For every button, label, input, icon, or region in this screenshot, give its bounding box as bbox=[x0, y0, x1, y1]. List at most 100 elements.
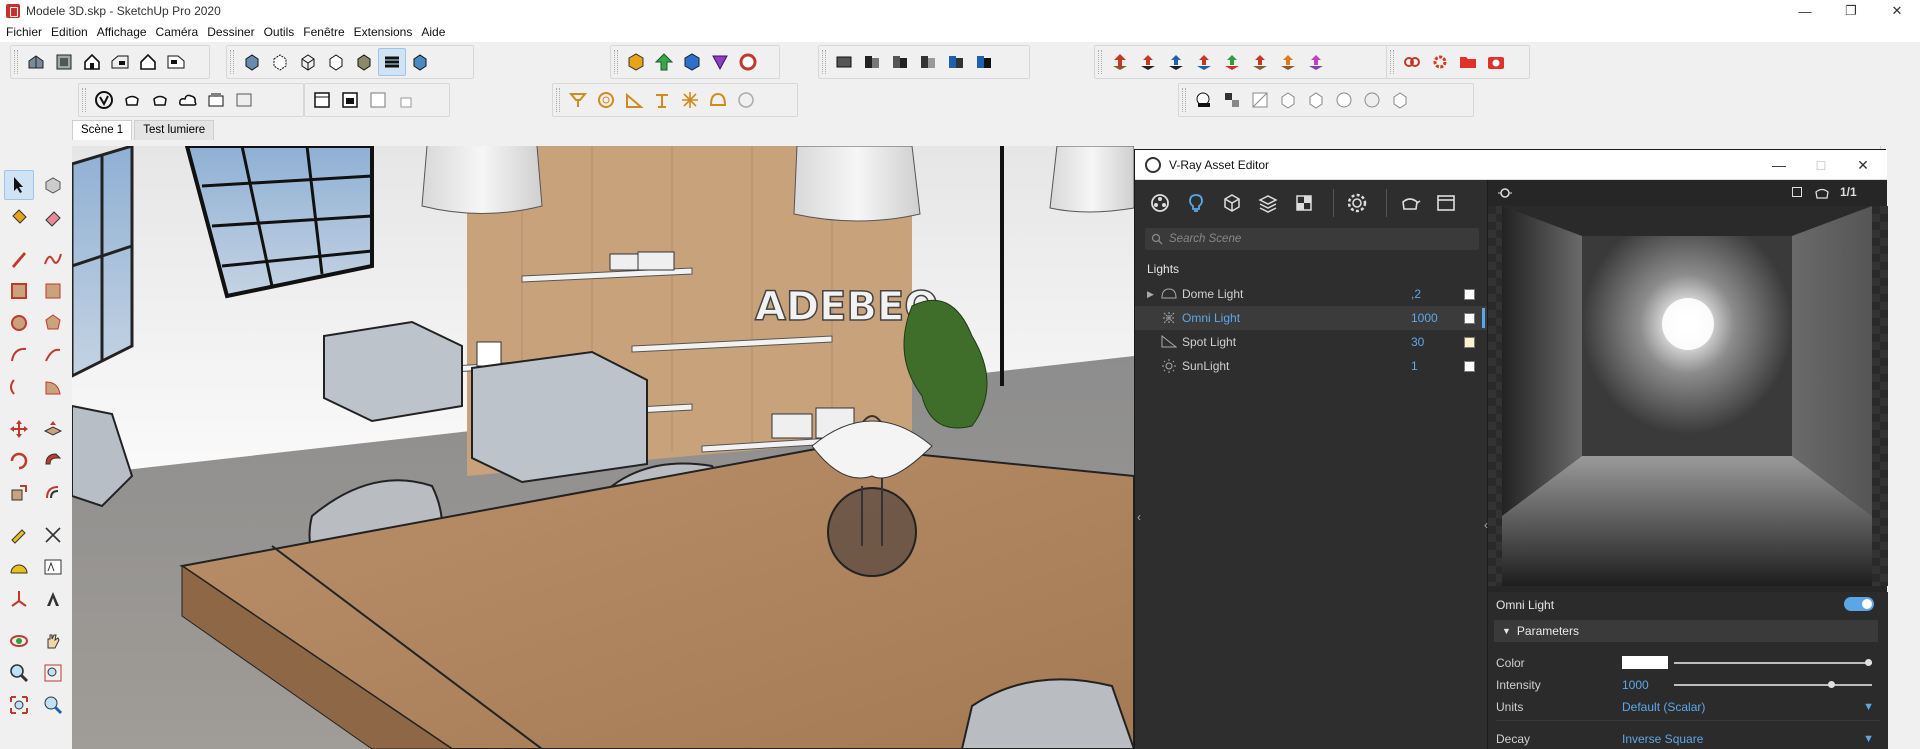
intensity-slider-knob[interactable] bbox=[1828, 681, 1836, 688]
lighting-analysis-button[interactable] bbox=[230, 86, 258, 114]
tab-settings[interactable] bbox=[1342, 188, 1372, 218]
frame-buffer-button[interactable] bbox=[1431, 188, 1461, 218]
push-pull-tool[interactable] bbox=[38, 414, 68, 444]
hidden-line-button[interactable] bbox=[322, 48, 350, 76]
render-teapot-button[interactable] bbox=[118, 86, 146, 114]
axis-x-button[interactable] bbox=[1274, 48, 1302, 76]
pie-tool[interactable] bbox=[38, 372, 68, 402]
toolbar-grip[interactable] bbox=[1182, 88, 1186, 112]
dimension-tool[interactable] bbox=[38, 520, 68, 550]
vray-folder-button[interactable] bbox=[1454, 48, 1482, 76]
color-slider[interactable] bbox=[1674, 659, 1872, 666]
3d-text-tool[interactable] bbox=[38, 584, 68, 614]
cosmos-button[interactable] bbox=[1358, 86, 1386, 114]
light-row-sun[interactable]: SunLight 1 bbox=[1135, 354, 1487, 378]
proxy-button[interactable] bbox=[1218, 86, 1246, 114]
vray-camera-button[interactable] bbox=[1482, 48, 1510, 76]
section-cut-button[interactable] bbox=[858, 48, 886, 76]
right-view-button[interactable] bbox=[106, 48, 134, 76]
axes-tool[interactable] bbox=[4, 584, 34, 614]
vray-interactive-button[interactable] bbox=[1398, 48, 1426, 76]
upload-button[interactable] bbox=[650, 48, 678, 76]
scene-tab-test-lumiere[interactable]: Test lumiere bbox=[134, 120, 215, 140]
orbit-tool[interactable] bbox=[4, 626, 34, 656]
chevron-down-icon[interactable]: ▼ bbox=[1863, 701, 1874, 713]
vray-maximize-button[interactable]: □ bbox=[1799, 150, 1843, 180]
two-point-arc-tool[interactable] bbox=[38, 340, 68, 370]
section-plane-button[interactable] bbox=[830, 48, 858, 76]
toolbar-grip[interactable] bbox=[556, 88, 560, 112]
infinite-plane-button[interactable] bbox=[1190, 86, 1218, 114]
paint-bucket-tool[interactable] bbox=[4, 202, 34, 232]
iso-view-button[interactable] bbox=[22, 48, 50, 76]
render-button[interactable] bbox=[1395, 188, 1425, 218]
components-button[interactable] bbox=[622, 48, 650, 76]
freehand-tool[interactable] bbox=[38, 244, 68, 274]
toolbar-grip[interactable] bbox=[230, 50, 234, 74]
pan-tool[interactable] bbox=[38, 626, 68, 656]
collapse-left-icon[interactable]: ‹ bbox=[1137, 510, 1147, 526]
toolbar-grip[interactable] bbox=[1098, 50, 1102, 74]
toolbar-grip[interactable] bbox=[822, 50, 826, 74]
units-dropdown[interactable]: Default (Scalar) bbox=[1622, 700, 1705, 714]
preview-toggle-icon[interactable] bbox=[1498, 186, 1512, 200]
shaded-textures-button[interactable] bbox=[378, 48, 406, 76]
ies-light-button[interactable] bbox=[648, 86, 676, 114]
render-interactive-button[interactable] bbox=[146, 86, 174, 114]
tape-measure-tool[interactable] bbox=[4, 520, 34, 550]
rotate-tool[interactable] bbox=[4, 446, 34, 476]
light-value[interactable]: ,2 bbox=[1411, 287, 1421, 301]
menu-edition[interactable]: Edition bbox=[51, 25, 88, 39]
axes-button[interactable] bbox=[1106, 48, 1134, 76]
dome-light-button[interactable] bbox=[704, 86, 732, 114]
light-row-spot[interactable]: Spot Light 30 bbox=[1135, 330, 1487, 354]
zoom-window-tool[interactable] bbox=[38, 658, 68, 688]
color-swatch[interactable] bbox=[1622, 656, 1668, 669]
export-button[interactable] bbox=[1386, 86, 1414, 114]
axis-n-button[interactable] bbox=[1246, 48, 1274, 76]
omni-light-button[interactable] bbox=[676, 86, 704, 114]
scene-tab-1[interactable]: Scène 1 bbox=[72, 120, 133, 140]
polygon-tool[interactable] bbox=[38, 308, 68, 338]
window-2-button[interactable] bbox=[336, 86, 364, 114]
shaded-button[interactable] bbox=[350, 48, 378, 76]
rectangle-tool[interactable] bbox=[4, 276, 34, 306]
three-point-arc-tool[interactable] bbox=[4, 372, 34, 402]
expand-arrow-icon[interactable]: ▶ bbox=[1147, 289, 1155, 300]
menu-fenetre[interactable]: Fenêtre bbox=[303, 25, 344, 39]
extension-manager-button[interactable] bbox=[734, 48, 762, 76]
section-fill-button[interactable] bbox=[886, 48, 914, 76]
window-1-button[interactable] bbox=[308, 86, 336, 114]
axis-r-button[interactable] bbox=[1190, 48, 1218, 76]
spot-light-button[interactable] bbox=[620, 86, 648, 114]
vray-search-input[interactable]: Search Scene bbox=[1145, 228, 1479, 250]
section-extra-button[interactable] bbox=[970, 48, 998, 76]
chevron-down-icon[interactable]: ▼ bbox=[1863, 733, 1874, 745]
extension-warehouse-button[interactable] bbox=[706, 48, 734, 76]
toolbar-grip[interactable] bbox=[1390, 50, 1394, 74]
light-value[interactable]: 1000 bbox=[1411, 311, 1438, 325]
vray-close-button[interactable]: ✕ bbox=[1841, 150, 1885, 180]
tab-lights[interactable] bbox=[1181, 188, 1211, 218]
3d-warehouse-button[interactable] bbox=[678, 48, 706, 76]
tab-textures[interactable] bbox=[1289, 188, 1319, 218]
menu-dessiner[interactable]: Dessiner bbox=[207, 25, 254, 39]
section-blue-button[interactable] bbox=[942, 48, 970, 76]
make-component-tool[interactable] bbox=[38, 170, 68, 200]
light-color-swatch[interactable] bbox=[1464, 336, 1475, 348]
vray-minimize-button[interactable]: — bbox=[1757, 150, 1801, 180]
light-row-omni[interactable]: Omni Light 1000 bbox=[1135, 306, 1487, 330]
eraser-tool[interactable] bbox=[38, 202, 68, 232]
sphere-light-button[interactable] bbox=[592, 86, 620, 114]
window-3-button[interactable] bbox=[364, 86, 392, 114]
position-camera-tool[interactable] bbox=[38, 690, 68, 720]
tab-render-elements[interactable] bbox=[1253, 188, 1283, 218]
parameters-section-header[interactable]: ▼ Parameters bbox=[1494, 620, 1878, 642]
light-value[interactable]: 1 bbox=[1411, 359, 1418, 373]
circle-tool[interactable] bbox=[4, 308, 34, 338]
tab-geometry[interactable] bbox=[1217, 188, 1247, 218]
protractor-tool[interactable] bbox=[4, 552, 34, 582]
axis-f-button[interactable] bbox=[1302, 48, 1330, 76]
render-cloud-button[interactable] bbox=[174, 86, 202, 114]
back-edges-button[interactable] bbox=[266, 48, 294, 76]
